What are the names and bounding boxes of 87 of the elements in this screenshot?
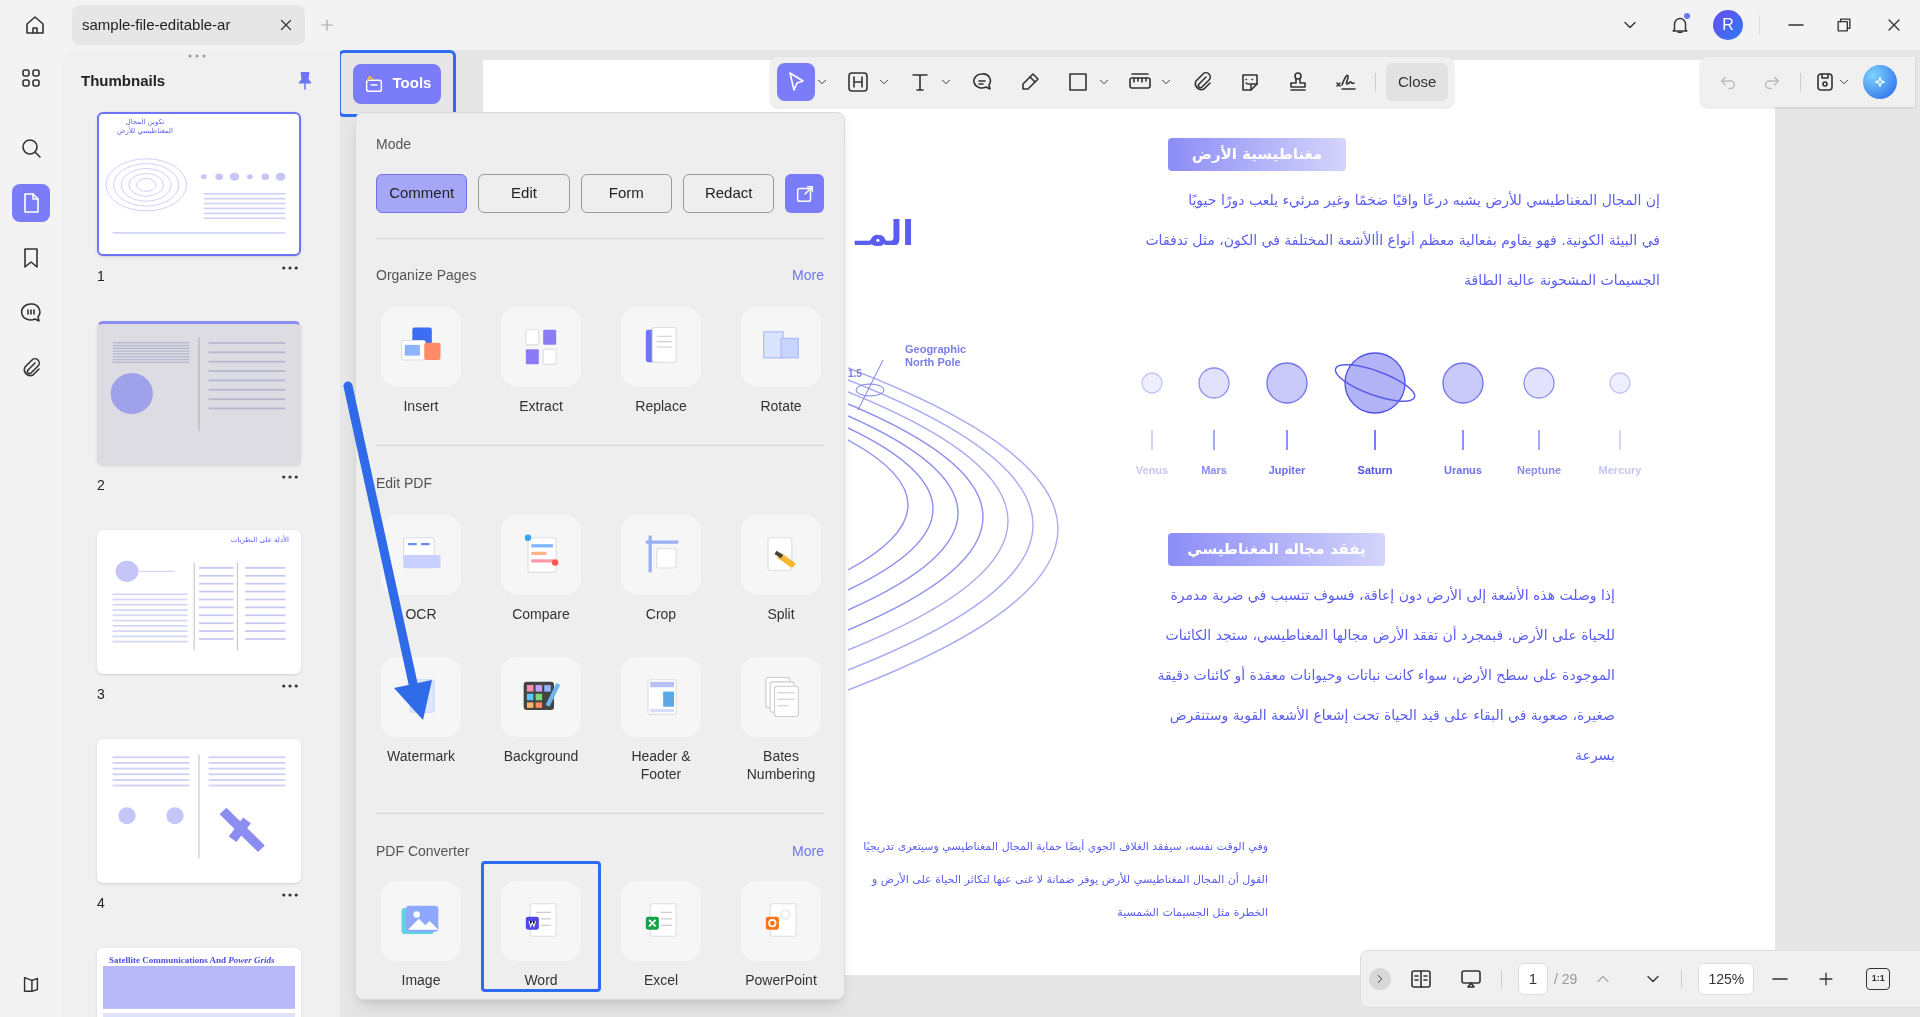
paragraph-line: للحياة على الأرض. فبمجرد أن تفقد الأرض مجالها المغناطيسي، ستجد الكائنات [1165,625,1615,646]
section-title: Edit PDF [376,473,432,493]
section-heading: يفقد مجاله المغناطيسي [1168,533,1385,566]
page-count: / 29 [1554,969,1578,989]
open-window-button[interactable] [785,174,824,213]
tool-item[interactable]: Header & Footer [601,654,721,786]
zoom-field[interactable]: 125% [1698,963,1755,995]
grid-icon [19,66,43,90]
tool-item[interactable]: Extract [481,304,601,418]
paragraph-line: الجسيمات المشحونة عالية الطاقة [1464,271,1660,291]
tool-item[interactable]: Replace [601,304,721,418]
heading-icon [846,70,870,94]
more-options-button[interactable] [282,266,298,270]
paragraph-line: إن المجال المغناطيسي للأرض يشبه درعًا واقيًا ضخمًا وغير مرئيء يلعب دورًا حيويًا [1188,190,1660,211]
tool-item[interactable]: Split [721,512,841,626]
tool-item[interactable]: Compare [481,512,601,626]
account-avatar[interactable]: R [1713,10,1743,40]
more-options-button[interactable] [282,893,298,897]
minus-icon [1772,978,1789,980]
tool-item[interactable]: PowerPoint [721,861,841,992]
section-heading: مغناطيسية الأرض [1168,138,1346,171]
minimize-icon [1788,24,1804,26]
page-number: 4 [97,894,105,913]
page-thumbnail[interactable]: Satellite Communications And Power Grids [97,948,301,1017]
more-options-button[interactable] [282,684,298,688]
tool-item[interactable]: Word [481,861,601,992]
planet-label: Mars [1200,463,1228,478]
planet-label: Jupiter [1267,463,1307,478]
tab-title: sample-file-editable-ar [82,14,232,35]
select-tool[interactable] [777,63,815,101]
ai-assistant-button[interactable] [1863,65,1897,99]
mode-button[interactable]: Form [580,174,672,213]
paragraph-line: في البيئة الكونية. فهو يقاوم بفعالية معظم أنواع اأالأشعة المختلفة في الكون، مثل تدفقات [1145,230,1660,251]
paragraph-line: صغيرة، صعوبة في البقاء على قيد الحياة تحت إشعاع الأشعة القوية وستنقرض [1169,705,1615,726]
present-button[interactable] [1459,967,1483,991]
tool-item[interactable]: Crop [601,512,721,626]
document-title: المـ [855,212,914,255]
comment-icon [19,301,43,325]
thumbnail-title: Satellite Communications And Power Grids [108,954,276,966]
section-title: Organize Pages [376,265,477,285]
tool-item[interactable]: OCR [361,512,481,626]
document-tab[interactable]: sample-file-editable-ar [72,5,305,45]
panel-title: Thumbnails [81,70,167,91]
rectangle-icon [1066,70,1090,94]
drag-handle-icon[interactable] [188,54,206,58]
tool-item[interactable]: Insert [361,304,481,418]
actual-size-button[interactable]: 1:1 [1866,968,1891,990]
more-icon [282,684,298,688]
tool-item[interactable]: Rotate [721,304,841,418]
pages-button[interactable] [12,184,50,222]
section-title: PDF Converter [376,841,470,861]
page-layout-button[interactable] [1409,967,1433,991]
tool-item[interactable]: Bates Numbering [721,654,841,786]
paragraph-line: الموجودة على سطح الأرض، سواء كانت نباتات وحيوانات معقدة أو كائنات دقيقة [1157,665,1615,686]
plus-icon [318,16,336,34]
screen-icon [1459,967,1483,991]
two-page-icon [1409,967,1433,991]
footnote-line: الخطرة مثل الجسيمات الشمسية [1117,905,1268,921]
more-icon [282,266,298,270]
paragraph-line: إذا وصلت هذه الأشعة إلى الأرض دون إعاقة، فسوف تتسبب في ضربة مدمرة [1170,585,1615,606]
more-icon [282,893,298,897]
tool-item[interactable]: Image [361,861,481,992]
close-toolbar-button[interactable]: Close [1386,63,1449,101]
tool-item[interactable]: Background [481,654,601,786]
footnote-line: القول أن المجال المغناطيسي للأرض يوفر ضمانة لا غنى عنها لتكاثر الحياة على الأرض و [872,871,1268,888]
more-icon [282,475,298,479]
planet-label: Mercury [1597,463,1643,478]
tool-item[interactable]: Excel [601,861,721,992]
page-number: 2 [97,476,105,495]
search-icon [19,136,43,160]
mode-button[interactable]: Comment [376,174,468,213]
page-number: 3 [97,685,105,704]
page-number-field[interactable]: 1 [1518,963,1548,995]
more-options-button[interactable] [282,475,298,479]
mode-button[interactable]: Redact [683,174,775,213]
home-icon [23,13,47,37]
angle-label: 1.5 [848,367,862,381]
footnote-line: وفي الوقت نفسه، سيفقد الغلاف الجوي أيضًا حماية المجال المغناطيسي وسيتعرى تدريجيًا [863,838,1268,855]
mode-button[interactable]: Edit [478,174,570,213]
planet-label: Uranus [1443,463,1483,478]
paragraph-line: بسرعة [1575,746,1615,765]
page-number: 1 [97,267,105,286]
planet-label: Venus [1134,463,1170,478]
diagram-label: Geographic North Pole [905,343,968,369]
planet-label: Neptune [1516,463,1562,478]
planet-label: Saturn [1356,463,1394,478]
section-title: Mode [376,134,412,154]
